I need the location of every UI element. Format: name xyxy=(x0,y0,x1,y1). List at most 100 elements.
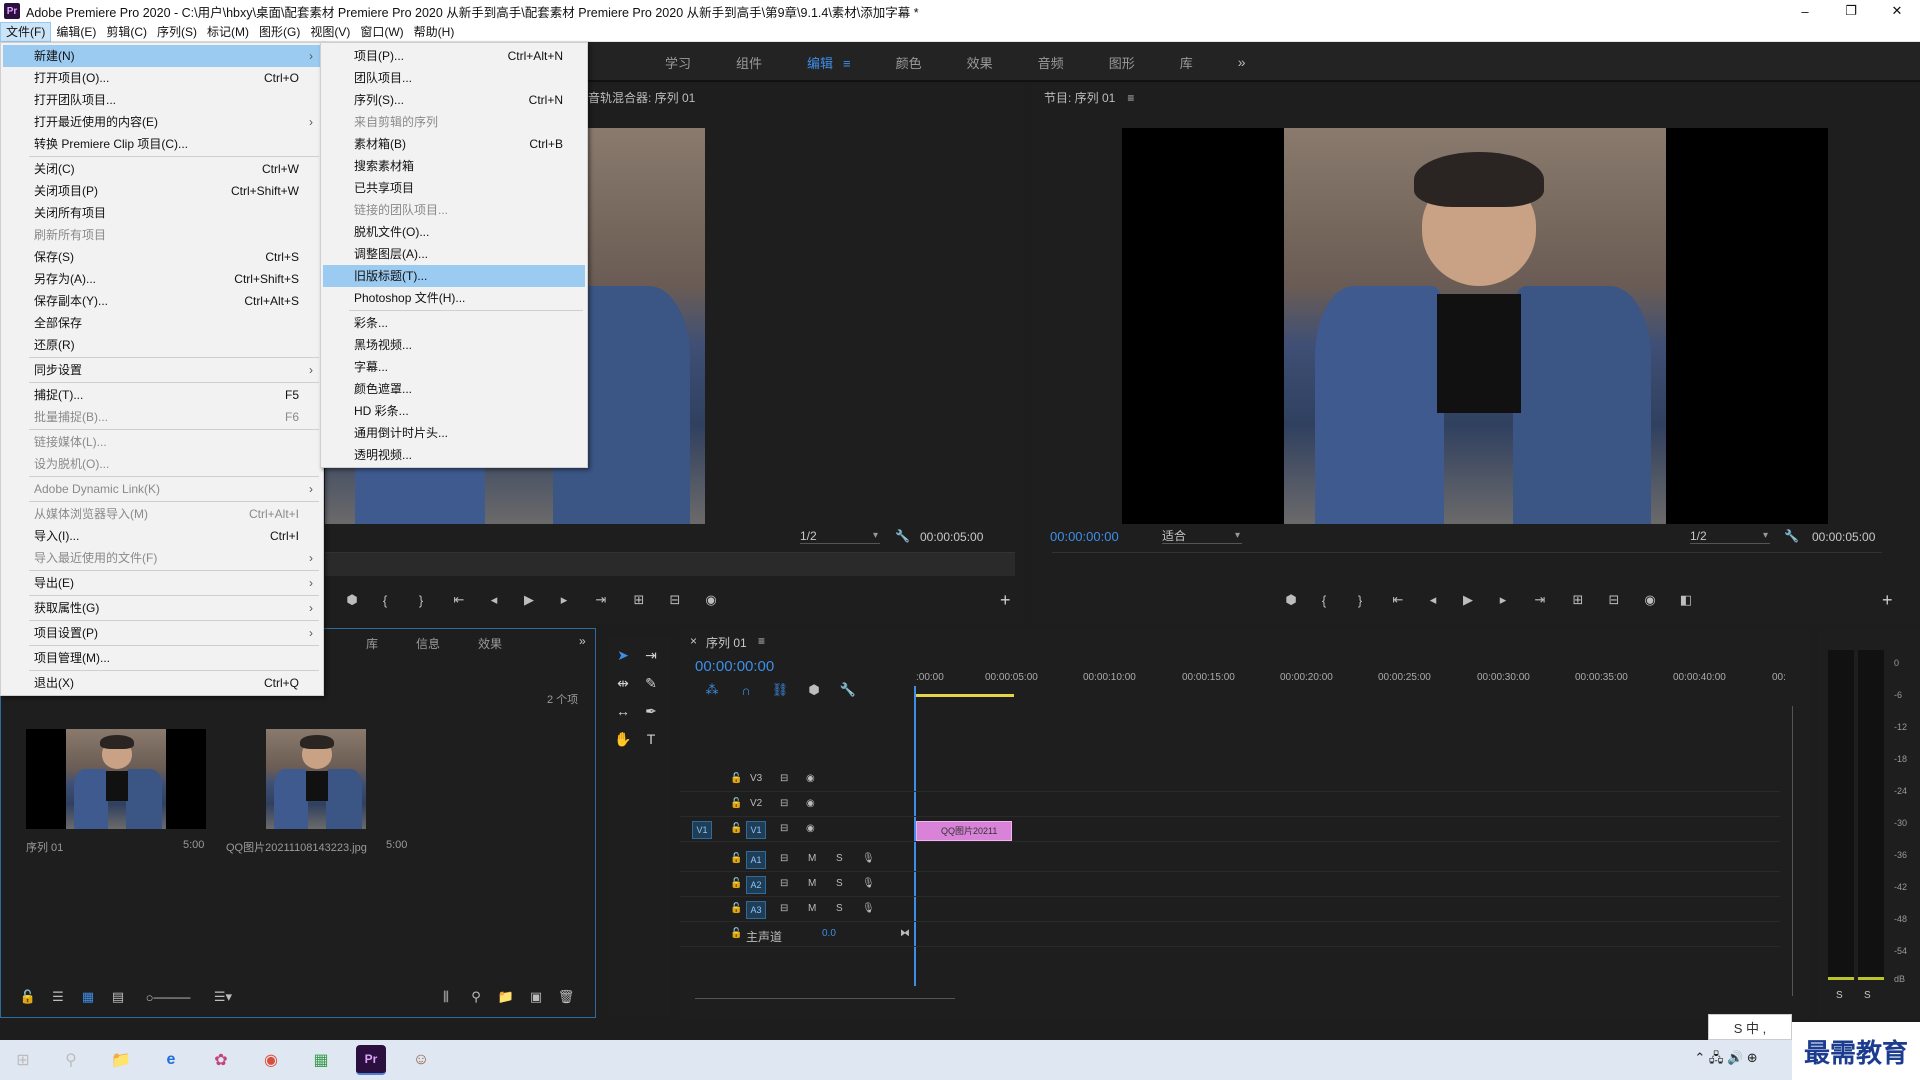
workspace-tab-color[interactable]: 颜色 xyxy=(896,53,922,72)
file-menu-item[interactable]: 项目管理(M)... xyxy=(3,647,321,669)
linked-selection-icon[interactable]: ⛓ xyxy=(763,682,797,698)
go-to-end-icon[interactable]: ⧓ xyxy=(900,928,910,939)
lock-icon[interactable]: 🔓 xyxy=(730,823,742,834)
lock-icon[interactable]: 🔓 xyxy=(730,798,742,809)
go-to-in-icon[interactable]: ⇤ xyxy=(1380,592,1416,608)
new-submenu-item[interactable]: 颜色遮罩... xyxy=(323,378,585,400)
file-menu-item[interactable]: 打开最近使用的内容(E) › xyxy=(3,111,321,133)
mute-button[interactable]: M xyxy=(808,853,816,864)
workspace-menu-icon[interactable]: ≡ xyxy=(843,56,851,71)
file-menu-item[interactable]: 全部保存 xyxy=(3,312,321,334)
new-submenu-item[interactable]: 项目(P)... Ctrl+Alt+N xyxy=(323,45,585,67)
new-submenu-item[interactable]: 脱机文件(O)... xyxy=(323,221,585,243)
freeform-view-icon[interactable]: ▤ xyxy=(103,989,133,1005)
file-menu-item[interactable]: 还原(R) xyxy=(3,334,321,356)
project-item-sequence-thumb[interactable] xyxy=(26,729,206,829)
program-button-editor-icon[interactable]: + xyxy=(1882,590,1893,611)
lock-icon[interactable]: 🔓 xyxy=(13,989,43,1005)
file-menu-item[interactable]: 捕捉(T)... F5 xyxy=(3,384,321,406)
find-icon[interactable]: ⚲ xyxy=(461,989,491,1005)
new-submenu-item[interactable]: 通用倒计时片头... xyxy=(323,422,585,444)
menu-edit[interactable]: 编辑(E) xyxy=(51,22,101,42)
overwrite-icon[interactable]: ⊟ xyxy=(657,592,693,608)
file-menu-item[interactable]: 保存(S) Ctrl+S xyxy=(3,246,321,268)
source-resolution-select[interactable]: 1/2 ▾ xyxy=(800,528,880,544)
track-label[interactable]: A1 xyxy=(746,851,766,869)
step-back-icon[interactable]: ◂ xyxy=(477,592,511,608)
mute-button[interactable]: M xyxy=(808,903,816,914)
edge-browser-icon[interactable]: e xyxy=(156,1045,186,1075)
tab-effects[interactable]: 效果 xyxy=(478,635,502,652)
export-frame-icon[interactable]: ◉ xyxy=(1632,592,1668,608)
solo-left-button[interactable]: S xyxy=(1836,990,1843,1001)
lock-icon[interactable]: 🔓 xyxy=(730,928,742,939)
add-marker-icon[interactable]: ⬢ xyxy=(1274,592,1308,608)
premiere-taskbar-icon[interactable]: Pr xyxy=(356,1045,386,1075)
solo-button[interactable]: S xyxy=(836,853,843,864)
project-item-name[interactable]: QQ图片20211108143223.jpg xyxy=(226,839,367,855)
workspace-tab-learn[interactable]: 学习 xyxy=(665,53,691,72)
workspace-tab-assembly[interactable]: 组件 xyxy=(736,53,762,72)
add-marker-icon[interactable]: ⬢ xyxy=(797,682,831,698)
track-label[interactable]: A2 xyxy=(746,876,766,894)
photo-viewer-icon[interactable]: ☺ xyxy=(406,1045,436,1075)
program-resolution-select[interactable]: 1/2 ▾ xyxy=(1690,528,1770,544)
mute-button[interactable]: M xyxy=(808,878,816,889)
menu-marker[interactable]: 标记(M) xyxy=(202,22,254,42)
timeline-settings-icon[interactable]: 🔧 xyxy=(831,682,865,698)
mark-in-icon[interactable]: { xyxy=(1308,593,1340,608)
step-back-icon[interactable]: ◂ xyxy=(1416,592,1450,608)
program-fit-select[interactable]: 适合 ▾ xyxy=(1162,528,1242,544)
source-settings-icon[interactable]: 🔧 xyxy=(895,529,910,543)
menu-view[interactable]: 视图(V) xyxy=(305,22,355,42)
workspace-overflow-icon[interactable]: » xyxy=(1238,54,1246,70)
razor-icon[interactable]: ✎ xyxy=(640,672,662,694)
eye-icon[interactable]: ◉ xyxy=(806,823,815,834)
hand-icon[interactable]: ✋ xyxy=(612,728,634,750)
file-menu-item[interactable]: 关闭所有项目 xyxy=(3,202,321,224)
new-submenu-item[interactable]: 已共享项目 xyxy=(323,177,585,199)
new-submenu-item[interactable]: 搜索素材箱 xyxy=(323,155,585,177)
export-frame-icon[interactable]: ◉ xyxy=(693,592,729,608)
workspace-tab-editing[interactable]: 编辑 ≡ xyxy=(807,53,851,72)
new-submenu-item[interactable]: 团队项目... xyxy=(323,67,585,89)
source-button-editor-icon[interactable]: + xyxy=(1000,590,1011,611)
file-menu-item[interactable]: 获取属性(G) › xyxy=(3,597,321,619)
new-submenu-item[interactable]: 序列(S)... Ctrl+N xyxy=(323,89,585,111)
mark-in-icon[interactable]: { xyxy=(369,593,401,608)
eye-icon[interactable]: ◉ xyxy=(806,773,815,784)
lock-icon[interactable]: 🔓 xyxy=(730,773,742,784)
ime-indicator[interactable]: S 中 , xyxy=(1708,1014,1792,1040)
track-select-icon[interactable]: ⇥ xyxy=(640,644,662,666)
trash-icon[interactable]: 🗑 xyxy=(551,989,581,1005)
file-menu-item[interactable]: 转换 Premiere Clip 项目(C)... xyxy=(3,133,321,155)
file-menu-item[interactable]: 退出(X) Ctrl+Q xyxy=(3,672,321,694)
new-submenu-item[interactable]: 彩条... xyxy=(323,312,585,334)
slip-icon[interactable]: ↔ xyxy=(612,700,634,722)
add-marker-icon[interactable]: ⬢ xyxy=(335,592,369,608)
paint-app-icon[interactable]: ▦ xyxy=(306,1045,336,1075)
new-submenu-item[interactable]: 调整图层(A)... xyxy=(323,243,585,265)
workspace-tab-audio[interactable]: 音频 xyxy=(1038,53,1064,72)
master-volume[interactable]: 0.0 xyxy=(822,928,836,939)
workspace-tab-graphics[interactable]: 图形 xyxy=(1109,53,1135,72)
menu-graphics[interactable]: 图形(G) xyxy=(254,22,305,42)
program-scrubber[interactable] xyxy=(1052,552,1882,576)
new-item-icon[interactable]: ▣ xyxy=(521,989,551,1005)
source-scrubber[interactable] xyxy=(325,552,1015,576)
program-settings-icon[interactable]: 🔧 xyxy=(1784,529,1799,543)
type-tool-icon[interactable]: T xyxy=(640,728,662,750)
new-submenu-item[interactable]: 黑场视频... xyxy=(323,334,585,356)
source-patch-v1[interactable]: V1 xyxy=(692,821,712,839)
file-menu-item[interactable]: 打开项目(O)... Ctrl+O xyxy=(3,67,321,89)
sync-lock-icon[interactable]: ⊟ xyxy=(780,823,788,834)
file-menu-item[interactable]: 打开团队项目... xyxy=(3,89,321,111)
step-forward-icon[interactable]: ▸ xyxy=(547,592,581,608)
timeline-horizontal-scrollbar[interactable] xyxy=(695,998,955,1010)
system-tray-icons[interactable]: ⌃ 🖧 🔊 ⊕ xyxy=(1666,1045,1786,1075)
selection-tool-icon[interactable]: ➤ xyxy=(612,644,634,666)
file-menu-item[interactable]: 导出(E) › xyxy=(3,572,321,594)
pen-icon[interactable]: ✒ xyxy=(640,700,662,722)
go-to-out-icon[interactable]: ⇥ xyxy=(581,592,621,608)
sync-lock-icon[interactable]: ⊟ xyxy=(780,903,788,914)
